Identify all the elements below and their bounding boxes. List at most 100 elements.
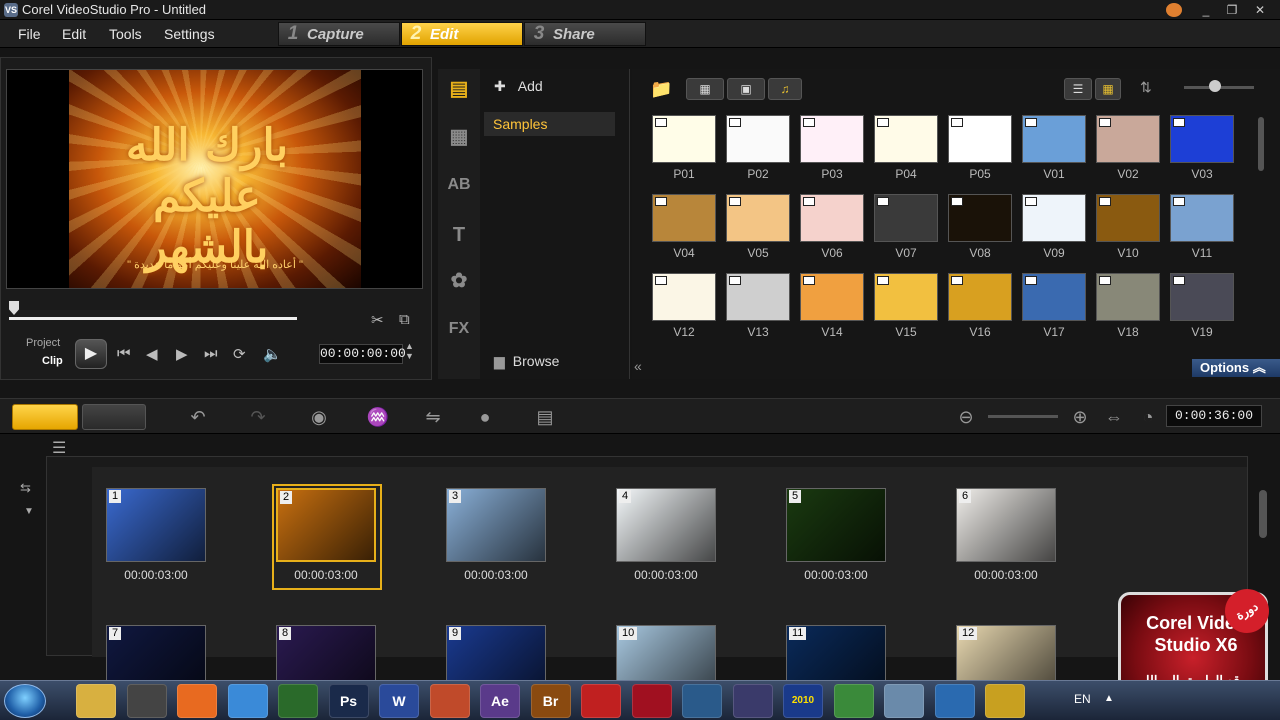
- close-icon[interactable]: ✕: [1250, 2, 1270, 18]
- enlarge-preview-icon[interactable]: ⧉: [399, 311, 410, 328]
- taskbar-app-explorer-icon[interactable]: [76, 684, 116, 718]
- menu-tools[interactable]: Tools: [109, 26, 142, 42]
- library-thumb-p03[interactable]: [800, 115, 864, 163]
- thumbnail-view-icon[interactable]: ▦: [1095, 78, 1121, 100]
- menu-settings[interactable]: Settings: [164, 26, 215, 42]
- library-thumb-v02[interactable]: [1096, 115, 1160, 163]
- show-audio-icon[interactable]: ♫: [768, 78, 802, 100]
- storyboard-scrollbar[interactable]: [1259, 490, 1267, 538]
- library-thumb-v14[interactable]: [800, 273, 864, 321]
- taskbar-app-br-icon[interactable]: Br: [530, 684, 571, 718]
- end-icon[interactable]: ⏭: [204, 345, 218, 362]
- home-icon[interactable]: ⏮: [117, 345, 131, 362]
- taskbar-app-ae-icon[interactable]: Ae: [480, 684, 520, 718]
- trim-scissors-icon[interactable]: ✂: [371, 311, 384, 329]
- menu-edit[interactable]: Edit: [62, 26, 86, 42]
- tab-edit[interactable]: 2 Edit: [401, 22, 523, 46]
- taskbar-app-red-app-icon[interactable]: [631, 684, 672, 718]
- instant-project-icon[interactable]: ▦: [445, 125, 473, 149]
- windows-start-icon[interactable]: [4, 684, 46, 718]
- collapse-library-icon[interactable]: «: [634, 358, 642, 374]
- library-thumb-v15[interactable]: [874, 273, 938, 321]
- storyboard-view-button[interactable]: [12, 404, 78, 430]
- folder-icon[interactable]: 📁: [650, 79, 672, 100]
- track-manager-icon[interactable]: ☰: [52, 438, 66, 458]
- taskbar-app-flash-icon[interactable]: [581, 684, 621, 718]
- play-button[interactable]: ▶: [75, 339, 107, 369]
- library-thumb-v07[interactable]: [874, 194, 938, 242]
- ripple-edit-icon[interactable]: ⇆: [20, 480, 31, 496]
- corel-guide-icon[interactable]: [1166, 3, 1182, 17]
- sort-icon[interactable]: ⇅: [1140, 79, 1152, 96]
- clip-mode-label[interactable]: Clip: [42, 355, 63, 367]
- library-thumb-v05[interactable]: [726, 194, 790, 242]
- undo-icon[interactable]: ↶: [186, 405, 210, 429]
- library-thumb-v03[interactable]: [1170, 115, 1234, 163]
- list-view-icon[interactable]: ☰: [1064, 78, 1092, 100]
- storyboard-clip-3[interactable]: 3: [446, 488, 546, 562]
- media-icon[interactable]: ▤: [445, 77, 473, 101]
- zoom-in-icon[interactable]: ⊕: [1068, 405, 1092, 429]
- record-capture-icon[interactable]: ◉: [307, 405, 331, 429]
- library-thumb-v13[interactable]: [726, 273, 790, 321]
- timeline-view-button[interactable]: [82, 404, 146, 430]
- scrub-handle[interactable]: [9, 301, 19, 315]
- show-videos-icon[interactable]: ▦: [686, 78, 724, 100]
- taskbar-app-excel-like-icon[interactable]: [278, 684, 318, 718]
- graphic-icon[interactable]: ✿: [445, 269, 473, 293]
- taskbar-app-firefox-icon[interactable]: [177, 684, 217, 718]
- library-scrollbar[interactable]: [1258, 117, 1264, 171]
- sound-mixer-icon[interactable]: ♒: [366, 405, 390, 429]
- show-photos-icon[interactable]: ▣: [727, 78, 765, 100]
- options-button[interactable]: Options ︽: [1192, 359, 1280, 377]
- taskbar-app-ps-icon[interactable]: Ps: [328, 684, 369, 718]
- transition-icon[interactable]: AB: [445, 173, 473, 197]
- taskbar-app-w-icon[interactable]: W: [379, 684, 419, 718]
- browse-button[interactable]: ▆ Browse: [494, 353, 559, 370]
- library-thumb-v01[interactable]: [1022, 115, 1086, 163]
- zoom-out-icon[interactable]: ⊖: [954, 405, 978, 429]
- zoom-slider[interactable]: [988, 415, 1058, 418]
- next-frame-icon[interactable]: ▶: [176, 345, 188, 363]
- taskbar-app-chrome-icon[interactable]: [227, 684, 268, 718]
- taskbar-app-2010-icon[interactable]: 2010: [783, 684, 823, 718]
- project-mode-label[interactable]: Project: [26, 337, 60, 349]
- library-thumb-v06[interactable]: [800, 194, 864, 242]
- thumb-size-handle[interactable]: [1209, 80, 1221, 92]
- tab-share[interactable]: 3 Share: [524, 22, 646, 46]
- library-thumb-v10[interactable]: [1096, 194, 1160, 242]
- library-thumb-v11[interactable]: [1170, 194, 1234, 242]
- taskbar-app-colorful-icon[interactable]: [833, 684, 874, 718]
- tab-capture[interactable]: 1 Capture: [278, 22, 400, 46]
- library-thumb-v17[interactable]: [1022, 273, 1086, 321]
- restore-icon[interactable]: ❐: [1222, 2, 1242, 18]
- minimize-icon[interactable]: _: [1196, 2, 1216, 18]
- volume-icon[interactable]: 🔈: [263, 345, 282, 363]
- taskbar-app-arrow-icon[interactable]: [934, 684, 975, 718]
- library-thumb-p05[interactable]: [948, 115, 1012, 163]
- library-thumb-p01[interactable]: [652, 115, 716, 163]
- storyboard-clip-6[interactable]: 6: [956, 488, 1056, 562]
- storyboard-clip-1[interactable]: 1: [106, 488, 206, 562]
- storyboard-clip-5[interactable]: 5: [786, 488, 886, 562]
- tray-arrow-icon[interactable]: ▲: [1104, 693, 1114, 704]
- filter-icon[interactable]: FX: [445, 317, 473, 341]
- ripple-dropdown-icon[interactable]: ▼: [24, 506, 34, 517]
- scrub-bar[interactable]: [9, 317, 297, 320]
- library-thumb-v18[interactable]: [1096, 273, 1160, 321]
- library-thumb-v09[interactable]: [1022, 194, 1086, 242]
- menu-file[interactable]: File: [18, 26, 41, 42]
- auto-music-icon[interactable]: ⇋: [421, 405, 445, 429]
- library-thumb-v12[interactable]: [652, 273, 716, 321]
- library-thumb-p02[interactable]: [726, 115, 790, 163]
- folder-samples[interactable]: Samples: [484, 112, 615, 136]
- library-thumb-v04[interactable]: [652, 194, 716, 242]
- title-icon[interactable]: T: [445, 223, 473, 247]
- fit-project-icon[interactable]: ⇔: [1102, 405, 1126, 429]
- library-thumb-v08[interactable]: [948, 194, 1012, 242]
- taskbar-app-settings-icon[interactable]: [884, 684, 924, 718]
- taskbar-app-pen-icon[interactable]: [985, 684, 1025, 718]
- redo-icon[interactable]: ↷: [246, 405, 270, 429]
- taskbar-app-ppt-icon[interactable]: [429, 684, 470, 718]
- timecode-stepper-icon[interactable]: ▲ ▼: [405, 341, 414, 361]
